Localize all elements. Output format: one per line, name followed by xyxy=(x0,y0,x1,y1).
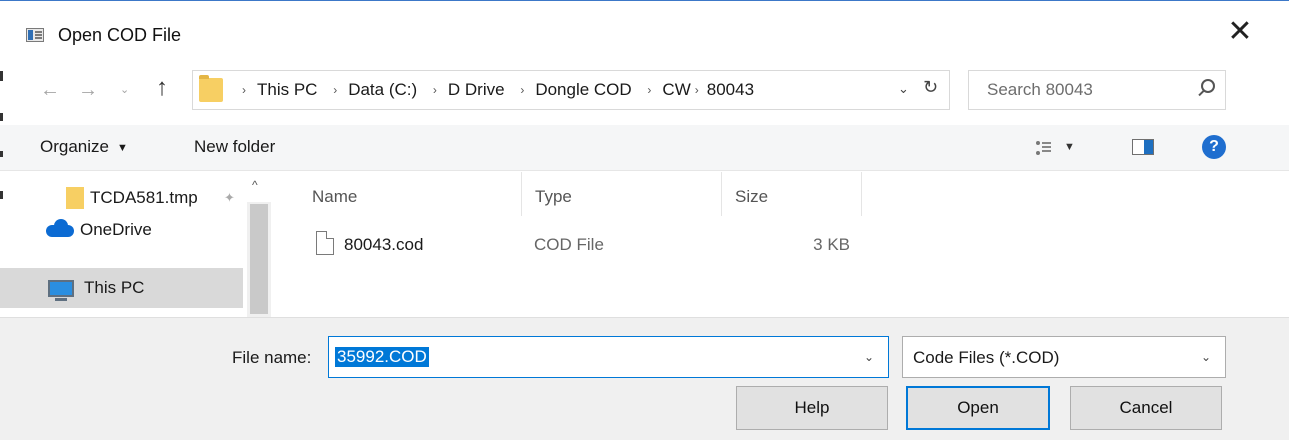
cancel-button[interactable]: Cancel xyxy=(1070,386,1222,430)
search-input[interactable]: Search 80043 xyxy=(968,70,1226,110)
window-edge xyxy=(0,71,3,81)
chevron-down-icon[interactable]: ⌄ xyxy=(898,81,909,97)
nav-item-label: This PC xyxy=(84,278,145,297)
file-icon xyxy=(316,231,334,255)
chevron-right-icon: › xyxy=(242,83,246,97)
dialog-title: Open COD File xyxy=(58,25,182,45)
breadcrumb-item[interactable]: Dongle COD xyxy=(535,80,631,99)
arrow-right-icon[interactable]: → xyxy=(78,79,98,102)
chevron-down-icon[interactable]: ⌄ xyxy=(864,350,874,364)
search-placeholder: Search 80043 xyxy=(987,80,1093,99)
chevron-right-icon[interactable]: › xyxy=(695,83,699,97)
scroll-up-icon[interactable]: ^ xyxy=(252,178,258,192)
chevron-right-icon[interactable]: › xyxy=(647,83,651,97)
view-options-icon[interactable] xyxy=(1036,141,1052,155)
column-header-label: Name xyxy=(312,187,358,206)
breadcrumb-item[interactable]: 80043 xyxy=(707,80,754,99)
recent-locations-chevron-icon[interactable]: ⌄ xyxy=(120,83,129,96)
folder-icon xyxy=(199,75,223,102)
title-bar: Open COD File ✕ xyxy=(0,1,1289,71)
chevron-down-icon[interactable]: ⌄ xyxy=(1201,350,1211,364)
navigation-pane: TCDA581.tmp ✦ OneDrive This PC ^ xyxy=(0,172,272,317)
help-button[interactable]: Help xyxy=(736,386,888,430)
file-name-value: 35992.COD xyxy=(335,347,429,367)
command-toolbar: Organize ▼ New folder ▼ ? xyxy=(0,125,1289,171)
refresh-icon[interactable]: ↻ xyxy=(923,77,938,98)
search-icon[interactable] xyxy=(1201,79,1215,93)
file-name-label: File name: xyxy=(232,348,312,367)
dialog-footer: File name: 35992.COD ⌄ Code Files (*.COD… xyxy=(0,317,1289,440)
column-header-label: Size xyxy=(735,187,769,206)
caret-down-icon[interactable]: ▼ xyxy=(1064,141,1075,153)
help-icon[interactable]: ? xyxy=(1202,135,1226,159)
window-edge xyxy=(0,191,3,199)
column-header-name[interactable]: Name xyxy=(272,172,522,216)
file-type: COD File xyxy=(534,235,604,254)
breadcrumb-item[interactable]: CW xyxy=(662,80,690,99)
table-row[interactable]: 80043.cod COD File 3 KB xyxy=(312,226,862,260)
caret-down-icon: ▼ xyxy=(116,142,128,154)
arrow-up-icon[interactable]: ↑ xyxy=(156,74,168,102)
arrow-left-icon[interactable]: ← xyxy=(40,79,60,102)
breadcrumb-item[interactable]: D Drive xyxy=(448,80,505,99)
nav-item-label: OneDrive xyxy=(80,220,152,239)
breadcrumb-item[interactable]: Data (C:) xyxy=(348,80,417,99)
file-list: Name Type Size 80043.cod COD File 3 KB xyxy=(272,172,1289,317)
breadcrumb-item[interactable]: This PC xyxy=(257,80,317,99)
open-file-dialog: Open COD File ✕ ← → ⌄ ↑ › This PC › Data (… xyxy=(0,0,1289,440)
column-header-type[interactable]: Type xyxy=(522,172,722,216)
new-folder-button[interactable]: New folder xyxy=(194,137,275,157)
cloud-icon xyxy=(46,219,74,237)
preview-pane-icon[interactable] xyxy=(1132,139,1154,155)
file-name: 80043.cod xyxy=(344,235,424,254)
window-edge xyxy=(0,113,3,121)
breadcrumb: › This PC › Data (C:) › D Drive › Dongle COD… xyxy=(231,80,754,100)
folder-icon xyxy=(66,187,84,209)
file-name-input[interactable]: 35992.COD ⌄ xyxy=(328,336,889,378)
file-type-select[interactable]: Code Files (*.COD) ⌄ xyxy=(902,336,1226,378)
computer-icon xyxy=(48,280,74,301)
column-header-label: Type xyxy=(535,187,572,206)
address-bar[interactable]: › This PC › Data (C:) › D Drive › Dongle COD… xyxy=(192,70,950,110)
organize-button[interactable]: Organize ▼ xyxy=(40,137,128,157)
chevron-right-icon[interactable]: › xyxy=(520,83,524,97)
app-window-icon xyxy=(26,28,44,42)
file-size: 3 KB xyxy=(813,235,850,254)
file-type-value: Code Files (*.COD) xyxy=(913,348,1060,367)
open-button[interactable]: Open xyxy=(906,386,1050,430)
nav-item-label: TCDA581.tmp xyxy=(90,188,198,207)
window-edge xyxy=(0,151,3,157)
nav-item-this-pc[interactable]: This PC xyxy=(0,268,243,308)
column-header-size[interactable]: Size xyxy=(722,172,862,216)
nav-item-onedrive[interactable]: OneDrive xyxy=(0,212,243,250)
organize-label: Organize xyxy=(40,137,109,156)
pin-icon: ✦ xyxy=(224,190,235,205)
close-icon[interactable]: ✕ xyxy=(1225,17,1255,49)
chevron-right-icon[interactable]: › xyxy=(433,83,437,97)
scrollbar-thumb[interactable] xyxy=(250,204,268,314)
chevron-right-icon[interactable]: › xyxy=(333,83,337,97)
